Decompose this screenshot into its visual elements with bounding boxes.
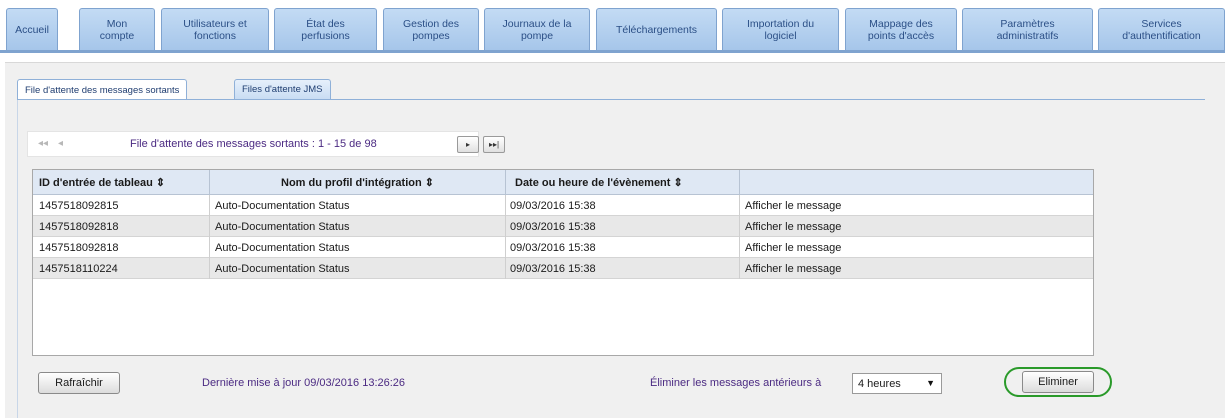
col-header-event-date[interactable]: Date ou heure de l'évènement ⇕: [515, 170, 735, 195]
nav-tab-label: Mappage des points d'accès: [867, 17, 935, 42]
table-row: 1457518092818 Auto-Documentation Status …: [33, 216, 1093, 237]
view-message-link[interactable]: Afficher le message: [745, 258, 841, 279]
pager-range-text: File d'attente des messages sortants : 1…: [130, 138, 377, 150]
cell-profile-name: Auto-Documentation Status: [215, 220, 350, 233]
column-separator: [739, 258, 740, 279]
cell-event-date: 09/03/2016 15:38: [510, 241, 596, 254]
nav-tab-label: Utilisateurs et fonctions: [183, 17, 247, 42]
nav-tab-parametres-admin[interactable]: Paramètres administratifs: [962, 8, 1093, 50]
column-separator: [739, 237, 740, 258]
table-row: 1457518092815 Auto-Documentation Status …: [33, 195, 1093, 216]
cell-entry-id: 1457518092815: [39, 199, 119, 212]
nav-tab-label: Services d'authentification: [1122, 17, 1201, 42]
column-separator: [209, 258, 210, 279]
table-row: 1457518110224 Auto-Documentation Status …: [33, 258, 1093, 279]
last-page-button[interactable]: ▸▸|: [483, 136, 505, 153]
column-separator: [505, 237, 506, 258]
nav-tab-mappage-points[interactable]: Mappage des points d'accès: [845, 8, 957, 50]
nav-tab-label: Importation du logiciel: [746, 17, 815, 42]
column-separator: [209, 237, 210, 258]
purge-age-select[interactable]: 4 heures ▼: [852, 373, 942, 394]
top-navigation: Accueil Mon compte Utilisateurs et fonct…: [0, 0, 1225, 53]
nav-tab-etat-perfusions[interactable]: État des perfusions: [274, 8, 377, 50]
view-message-link[interactable]: Afficher le message: [745, 216, 841, 237]
cell-entry-id: 1457518092818: [39, 220, 119, 233]
column-separator: [739, 170, 740, 195]
nav-tab-label: Téléchargements: [615, 23, 698, 36]
column-separator: [505, 170, 506, 195]
pager: ◂◂ ◂ File d'attente des messages sortant…: [27, 131, 505, 157]
nav-tab-label: Mon compte: [99, 17, 135, 42]
purge-age-value: 4 heures: [858, 377, 901, 390]
cell-profile-name: Auto-Documentation Status: [215, 262, 350, 275]
col-header-profile-name[interactable]: Nom du profil d'intégration ⇕: [210, 170, 505, 195]
last-update-text: Dernière mise à jour 09/03/2016 13:26:26: [202, 377, 406, 389]
cell-event-date: 09/03/2016 15:38: [510, 220, 596, 233]
subtab-jms-queues[interactable]: Files d'attente JMS: [234, 79, 331, 99]
refresh-button-label: Rafraîchir: [55, 377, 103, 389]
col-header-entry-id[interactable]: ID d'entrée de tableau ⇕: [39, 170, 209, 195]
nav-tab-utilisateurs[interactable]: Utilisateurs et fonctions: [161, 8, 269, 50]
column-separator: [505, 216, 506, 237]
nav-divider: [0, 50, 1225, 53]
cell-entry-id: 1457518110224: [39, 262, 118, 275]
previous-page-icon[interactable]: ◂: [58, 138, 63, 149]
column-separator: [209, 216, 210, 237]
column-header-label: Date ou heure de l'évènement ⇕: [515, 177, 683, 189]
nav-tab-gestion-pompes[interactable]: Gestion des pompes: [383, 8, 479, 50]
nav-tab-services-auth[interactable]: Services d'authentification: [1098, 8, 1225, 50]
nav-tab-label: Paramètres administratifs: [996, 17, 1059, 42]
next-page-button[interactable]: ▸: [457, 136, 479, 153]
nav-tab-mon-compte[interactable]: Mon compte: [79, 8, 155, 50]
column-separator: [505, 258, 506, 279]
nav-tab-accueil[interactable]: Accueil: [6, 8, 58, 50]
first-page-icon[interactable]: ◂◂: [38, 138, 48, 149]
column-separator: [209, 195, 210, 216]
last-page-icon: ▸▸|: [488, 140, 500, 149]
column-header-label: Nom du profil d'intégration ⇕: [281, 177, 434, 189]
subtab-label: File d'attente des messages sortants: [25, 84, 180, 96]
nav-tab-journaux-pompe[interactable]: Journaux de la pompe: [484, 8, 590, 50]
cell-event-date: 09/03/2016 15:38: [510, 199, 596, 212]
purge-label: Éliminer les messages antérieurs à: [650, 377, 822, 389]
column-header-label: ID d'entrée de tableau ⇕: [39, 177, 166, 189]
table-row: 1457518092818 Auto-Documentation Status …: [33, 237, 1093, 258]
subtab-label: Files d'attente JMS: [242, 84, 323, 95]
view-message-link[interactable]: Afficher le message: [745, 237, 841, 258]
nav-tab-telechargements[interactable]: Téléchargements: [596, 8, 717, 50]
view-message-link[interactable]: Afficher le message: [745, 195, 841, 216]
refresh-button[interactable]: Rafraîchir: [38, 372, 120, 394]
purge-button-highlight: [1004, 367, 1112, 397]
nav-tab-importation-logiciel[interactable]: Importation du logiciel: [722, 8, 839, 50]
cell-profile-name: Auto-Documentation Status: [215, 241, 350, 254]
cell-event-date: 09/03/2016 15:38: [510, 262, 596, 275]
nav-tab-label: Accueil: [15, 23, 49, 36]
column-separator: [739, 216, 740, 237]
nav-tab-label: État des perfusions: [301, 17, 350, 42]
cell-profile-name: Auto-Documentation Status: [215, 199, 350, 212]
dropdown-arrow-icon: ▼: [926, 378, 935, 388]
column-separator: [739, 195, 740, 216]
column-separator: [505, 195, 506, 216]
subtab-outgoing-queue[interactable]: File d'attente des messages sortants: [17, 79, 188, 100]
nav-tab-label: Journaux de la pompe: [502, 17, 572, 42]
cell-entry-id: 1457518092818: [39, 241, 119, 254]
messages-table: ID d'entrée de tableau ⇕ Nom du profil d…: [32, 169, 1094, 356]
next-page-icon: ▸: [465, 140, 470, 149]
table-header: ID d'entrée de tableau ⇕ Nom du profil d…: [33, 170, 1093, 195]
nav-tab-label: Gestion des pompes: [402, 17, 460, 42]
